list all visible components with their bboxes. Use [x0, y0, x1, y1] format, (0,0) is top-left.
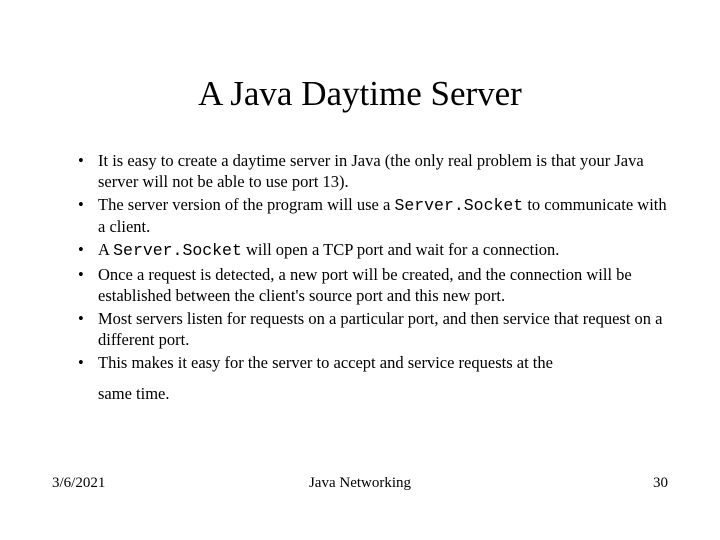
bullet-text: Most servers listen for requests on a pa… [98, 309, 663, 349]
list-item: It is easy to create a daytime server in… [82, 150, 668, 192]
bullet-text: The server version of the program will u… [98, 195, 394, 214]
footer-date: 3/6/2021 [52, 475, 105, 492]
footer-page-number: 30 [653, 475, 668, 492]
bullet-list: It is easy to create a daytime server in… [52, 150, 668, 404]
list-item: This makes it easy for the server to acc… [82, 352, 668, 404]
bullet-text: will open a TCP port and wait for a conn… [242, 240, 560, 259]
slide-title: A Java Daytime Server [52, 74, 668, 114]
slide-footer: 3/6/2021 Java Networking 30 [52, 475, 668, 492]
code-text: Server.Socket [113, 241, 242, 260]
bullet-text: Once a request is detected, a new port w… [98, 265, 632, 305]
slide: A Java Daytime Server It is easy to crea… [0, 0, 720, 540]
list-item: The server version of the program will u… [82, 194, 668, 237]
bullet-text: This makes it easy for the server to acc… [98, 353, 553, 372]
footer-topic: Java Networking [52, 475, 668, 492]
list-item: Once a request is detected, a new port w… [82, 264, 668, 306]
bullet-text: It is easy to create a daytime server in… [98, 151, 644, 191]
bullet-text: same time. [98, 383, 668, 404]
bullet-text: A [98, 240, 113, 259]
code-text: Server.Socket [394, 196, 523, 215]
list-item: Most servers listen for requests on a pa… [82, 308, 668, 350]
list-item: A Server.Socket will open a TCP port and… [82, 239, 668, 261]
